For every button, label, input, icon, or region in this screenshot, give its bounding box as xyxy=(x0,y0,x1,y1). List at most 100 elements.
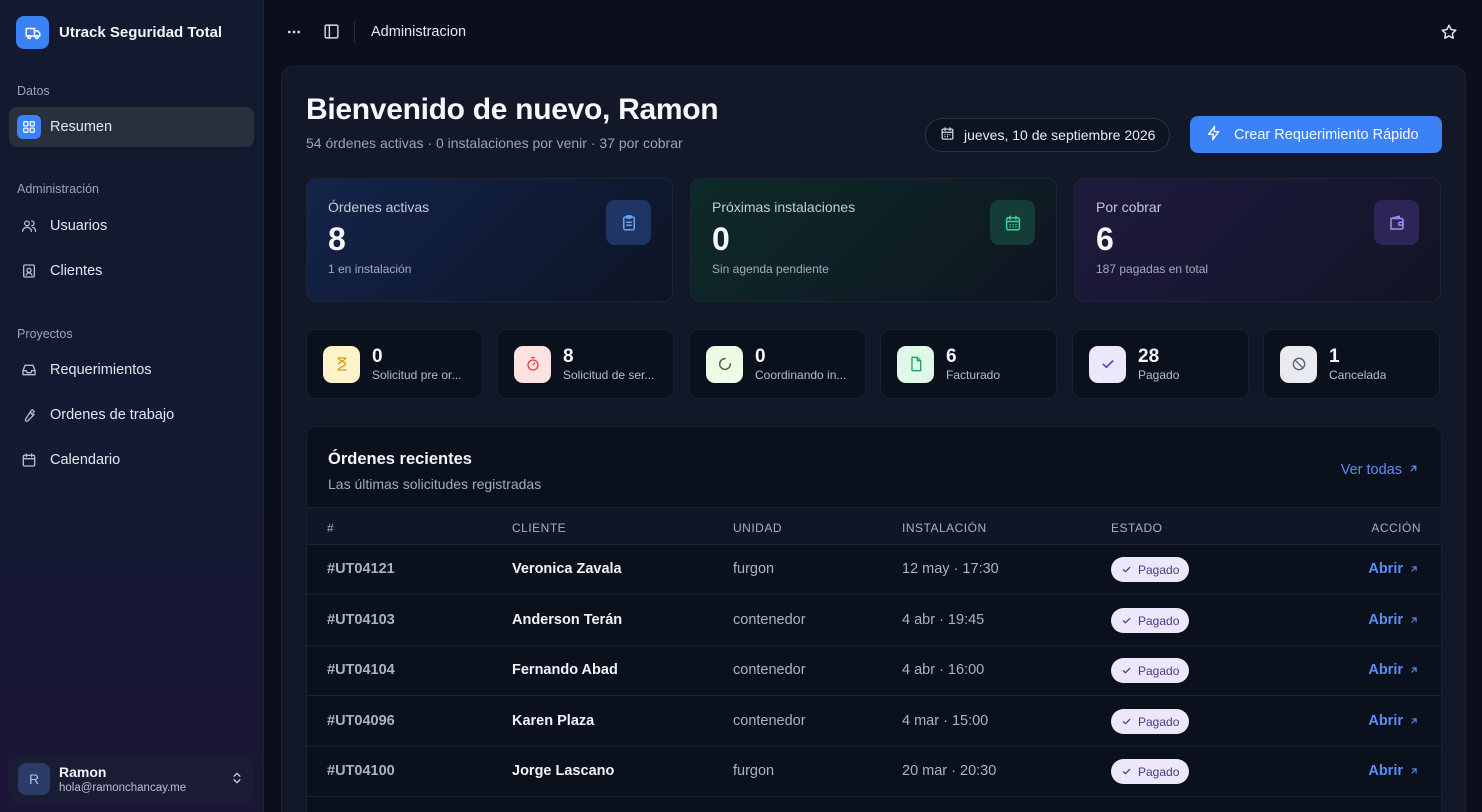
check-icon xyxy=(1122,566,1131,573)
status-badge: Pagado xyxy=(1111,759,1190,784)
document-icon xyxy=(897,345,934,383)
loader-icon xyxy=(706,345,743,383)
open-order-link[interactable]: Abrir xyxy=(1368,612,1419,628)
dashboard-icon xyxy=(17,115,41,139)
stat-card-por-cobrar[interactable]: Por cobrar 6 187 pagadas en total xyxy=(1074,178,1441,302)
brand-name: Utrack Seguridad Total xyxy=(59,24,223,41)
ban-icon xyxy=(1280,345,1317,383)
order-install: 12 may · 17:30 xyxy=(902,561,999,577)
status-label: Solicitud de ser... xyxy=(563,367,655,382)
column-header-id: # xyxy=(327,521,335,535)
open-order-link[interactable]: Abrir xyxy=(1368,763,1419,779)
timer-icon xyxy=(514,345,551,383)
sidebar-item-resumen[interactable]: Resumen xyxy=(9,107,254,147)
link-label: Abrir xyxy=(1368,662,1403,678)
table-row[interactable]: #UT04100 Jorge Lascano furgon 20 mar · 2… xyxy=(307,747,1441,797)
status-badge: Pagado xyxy=(1111,557,1190,582)
badge-label: Pagado xyxy=(1138,714,1180,729)
user-email: hola@ramonchancay.me xyxy=(59,782,187,794)
table-row[interactable]: #UT04096 Karen Plaza contenedor 4 mar · … xyxy=(307,697,1441,747)
recent-orders-table: Órdenes recientes Las últimas solicitude… xyxy=(306,426,1442,812)
user-menu[interactable]: R Ramon hola@ramonchancay.me xyxy=(9,754,254,804)
open-order-link[interactable]: Abrir xyxy=(1368,561,1419,577)
status-card-solicitud-pre-orden[interactable]: 0 Solicitud pre or... xyxy=(306,329,483,399)
order-client: Karen Plaza xyxy=(512,713,595,729)
check-icon xyxy=(1122,768,1131,775)
main-panel: Bienvenido de nuevo, Ramon 54 órdenes ac… xyxy=(281,66,1466,812)
status-count: 0 xyxy=(372,345,383,367)
open-order-link[interactable]: Abrir xyxy=(1368,662,1419,678)
table-row[interactable]: #UT04103 Anderson Terán contenedor 4 abr… xyxy=(307,596,1441,646)
column-header-instalacion: INSTALACIÓN xyxy=(902,521,987,535)
order-id: #UT04103 xyxy=(327,612,395,628)
hourglass-icon xyxy=(323,345,360,383)
status-card-coordinando[interactable]: 0 Coordinando in... xyxy=(689,329,866,399)
lightning-icon xyxy=(1206,125,1222,145)
section-subtitle: Las últimas solicitudes registradas xyxy=(328,476,542,492)
status-count: 28 xyxy=(1138,345,1160,367)
status-badge: Pagado xyxy=(1111,608,1190,633)
chevrons-up-down-icon xyxy=(230,770,244,791)
sidebar-item-label: Calendario xyxy=(50,452,121,468)
sidebar-item-requerimientos[interactable]: Requerimientos xyxy=(9,350,254,390)
group-label-administracion: Administración xyxy=(17,182,99,196)
stat-card-proximas-instalaciones[interactable]: Próximas instalaciones 0 Sin agenda pend… xyxy=(690,178,1057,302)
badge-label: Pagado xyxy=(1138,613,1180,628)
table-header: # CLIENTE UNIDAD INSTALACIÓN ESTADO ACCI… xyxy=(307,507,1441,545)
stat-value: 6 xyxy=(1096,221,1114,257)
order-install: 20 mar · 20:30 xyxy=(902,763,997,779)
truck-icon xyxy=(16,16,49,49)
avatar: R xyxy=(18,763,50,795)
check-icon xyxy=(1122,718,1131,725)
sidebar-item-calendario[interactable]: Calendario xyxy=(9,440,254,480)
status-badge: Pagado xyxy=(1111,709,1190,734)
stat-sub: 187 pagadas en total xyxy=(1096,262,1209,276)
date-label: jueves, 10 de septiembre 2026 xyxy=(964,127,1156,143)
calendar-icon xyxy=(940,126,955,144)
order-install: 4 abr · 19:45 xyxy=(902,612,985,628)
topbar: Administracion xyxy=(264,0,1482,64)
sidebar-item-clientes[interactable]: Clientes xyxy=(9,251,254,291)
link-label: Abrir xyxy=(1368,612,1403,628)
section-title: Órdenes recientes xyxy=(328,450,472,468)
table-row[interactable]: #UT04104 Fernando Abad contenedor 4 abr … xyxy=(307,646,1441,696)
user-name: Ramon xyxy=(59,764,107,780)
star-icon[interactable] xyxy=(1440,23,1458,46)
stat-card-ordenes-activas[interactable]: Órdenes activas 8 1 en instalación xyxy=(306,178,673,302)
arrow-up-right-icon xyxy=(1411,768,1417,774)
sidebar-item-ordenes[interactable]: Ordenes de trabajo xyxy=(9,395,254,435)
create-requirement-button[interactable]: Crear Requerimiento Rápido xyxy=(1190,116,1442,153)
view-all-link[interactable]: Ver todas xyxy=(1341,462,1419,478)
order-client: Jorge Lascano xyxy=(512,763,615,779)
badge-label: Pagado xyxy=(1138,663,1180,678)
brand[interactable]: Utrack Seguridad Total xyxy=(16,16,222,49)
status-card-solicitud-servicio[interactable]: 8 Solicitud de ser... xyxy=(497,329,674,399)
status-badge: Pagado xyxy=(1111,658,1190,683)
clipboard-icon xyxy=(606,200,651,245)
order-id: #UT04104 xyxy=(327,662,395,678)
arrow-up-right-icon xyxy=(1411,667,1417,673)
table-row[interactable]: #UT04121 Veronica Zavala furgon 12 may ·… xyxy=(307,545,1441,595)
page-title: Bienvenido de nuevo, Ramon xyxy=(306,93,719,126)
status-card-facturado[interactable]: 6 Facturado xyxy=(880,329,1057,399)
status-card-pagado[interactable]: 28 Pagado xyxy=(1072,329,1249,399)
order-unit: contenedor xyxy=(733,612,806,628)
date-pill[interactable]: jueves, 10 de septiembre 2026 xyxy=(925,118,1171,152)
sidebar-item-label: Ordenes de trabajo xyxy=(50,407,175,423)
wallet-icon xyxy=(1374,200,1419,245)
check-icon xyxy=(1122,617,1131,624)
status-label: Pagado xyxy=(1138,367,1180,382)
more-options-icon[interactable] xyxy=(286,22,302,47)
open-order-link[interactable]: Abrir xyxy=(1368,713,1419,729)
sidebar-item-usuarios[interactable]: Usuarios xyxy=(9,206,254,246)
id-badge-icon xyxy=(20,262,38,280)
inbox-icon xyxy=(20,361,38,379)
status-card-cancelada[interactable]: 1 Cancelada xyxy=(1263,329,1440,399)
stat-value: 0 xyxy=(712,221,730,257)
stat-sub: 1 en instalación xyxy=(328,262,412,276)
arrow-up-right-icon xyxy=(1411,617,1417,623)
link-label: Abrir xyxy=(1368,713,1403,729)
sidebar-toggle-icon[interactable] xyxy=(323,23,340,45)
divider xyxy=(354,22,355,42)
users-icon xyxy=(20,217,38,235)
